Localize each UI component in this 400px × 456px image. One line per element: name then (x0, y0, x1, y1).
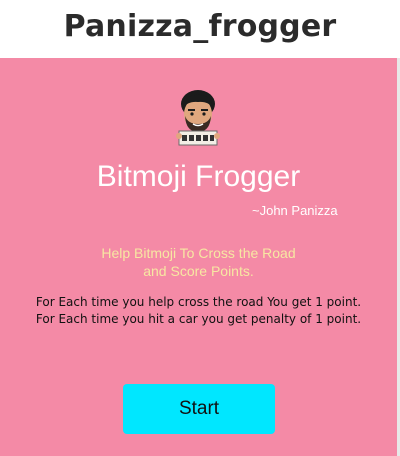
bitmoji-avatar-icon (176, 90, 220, 146)
game-panel: Bitmoji Frogger ~John Panizza Help Bitmo… (0, 58, 400, 456)
tagline-line-1: Help Bitmoji To Cross the Road (101, 245, 296, 261)
rules-text: For Each time you help cross the road Yo… (0, 294, 397, 328)
tagline: Help Bitmoji To Cross the Road and Score… (0, 244, 397, 280)
tagline-line-2: and Score Points. (143, 263, 254, 279)
rule-line-1: For Each time you help cross the road Yo… (35, 295, 362, 309)
page-title: Panizza_frogger (63, 8, 337, 44)
page: Panizza_frogger Bitmoji Frogger ~John Pa… (0, 0, 400, 456)
start-button[interactable]: Start (123, 384, 275, 434)
author-credit: ~John Panizza (252, 203, 338, 218)
rule-line-2: For Each time you hit a car you get pena… (35, 312, 362, 326)
game-title: Bitmoji Frogger (96, 160, 301, 193)
